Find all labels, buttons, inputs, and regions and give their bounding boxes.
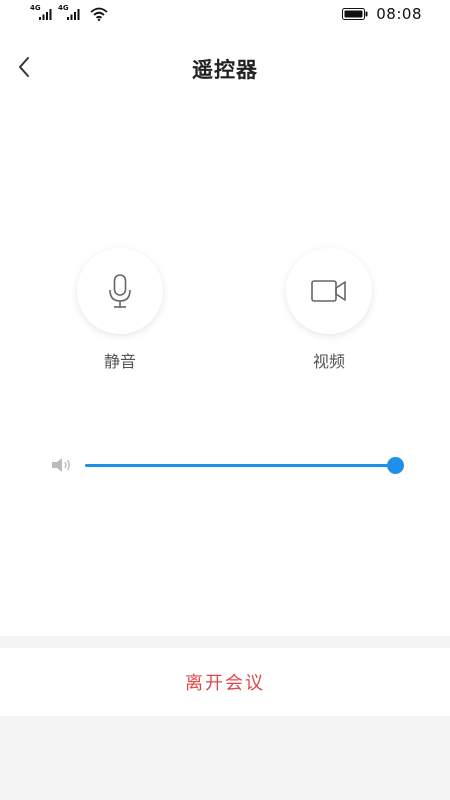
status-left: 4G 4G [30,4,108,22]
leave-meeting-button[interactable]: 离开会议 [0,648,450,716]
mute-label: 静音 [103,352,136,371]
clock-time: 08:08 [376,5,422,23]
header-bar: 遥控器 [0,40,450,96]
microphone-icon [109,274,131,308]
volume-control [50,450,420,480]
page-title: 遥控器 [192,58,258,82]
video-button[interactable] [286,248,372,334]
status-right: 08:08 [342,5,422,23]
wifi-icon [90,7,108,21]
volume-slider-thumb[interactable] [387,457,404,474]
video-control: 视频 [284,248,374,372]
battery-icon [342,8,368,20]
volume-fill [85,464,395,467]
mute-control: 静音 [75,248,165,372]
signal-bars-icon [67,9,80,20]
volume-slider[interactable] [85,457,404,474]
cellular-signal-1: 4G [30,4,54,22]
signal-bars-icon [39,9,52,20]
status-bar: 4G 4G 08:08 [0,0,450,28]
cellular-signal-2: 4G [58,4,82,22]
mute-button[interactable] [77,248,163,334]
video-camera-icon [311,280,346,302]
speaker-icon [52,458,70,472]
video-label: 视频 [312,352,345,371]
